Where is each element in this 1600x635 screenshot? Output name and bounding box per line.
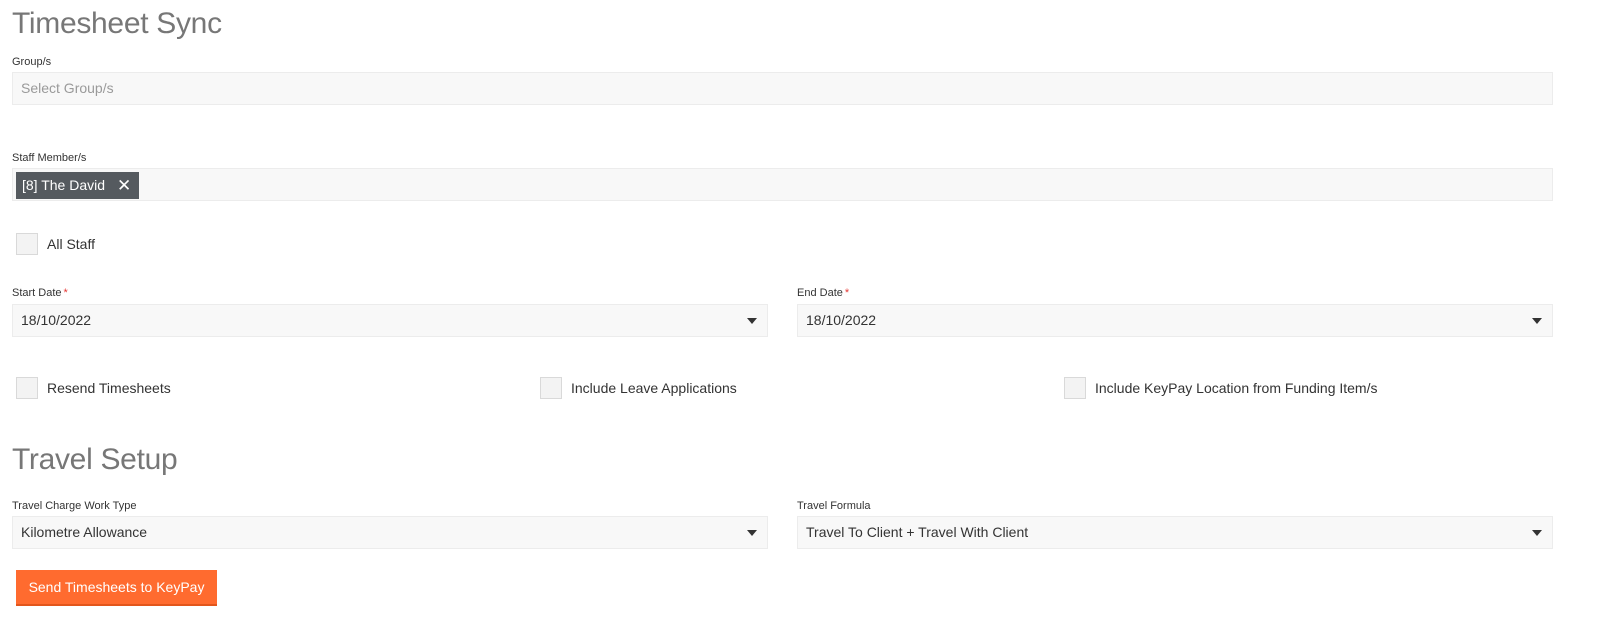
staff-select[interactable]: [8] The David ✕ (12, 168, 1553, 201)
travel-formula-value: Travel To Client + Travel With Client (806, 524, 1029, 540)
end-date-value: 18/10/2022 (806, 312, 877, 328)
travel-charge-work-type-dropdown[interactable]: Kilometre Allowance (12, 516, 768, 549)
start-date-required-mark: * (63, 287, 68, 299)
staff-chip: [8] The David ✕ (16, 172, 140, 199)
include-keypay-location-option[interactable]: Include KeyPay Location from Funding Ite… (1064, 377, 1377, 399)
include-leave-option[interactable]: Include Leave Applications (540, 377, 737, 399)
include-leave-label: Include Leave Applications (571, 380, 737, 396)
end-date-label: End Date * (797, 286, 849, 300)
groups-label: Group/s (12, 56, 52, 68)
include-keypay-location-checkbox[interactable] (1064, 377, 1086, 399)
all-staff-checkbox[interactable] (16, 233, 38, 255)
start-date-label-text: Start Date (12, 287, 62, 299)
resend-timesheets-option[interactable]: Resend Timesheets (16, 377, 171, 399)
end-date-label-text: End Date (797, 287, 843, 299)
start-date-value: 18/10/2022 (21, 312, 92, 328)
groups-placeholder: Select Group/s (21, 80, 114, 96)
start-date-label: Start Date * (12, 286, 68, 300)
caret-down-icon (1532, 318, 1542, 324)
include-keypay-location-label: Include KeyPay Location from Funding Ite… (1095, 380, 1378, 396)
end-date-required-mark: * (844, 287, 850, 299)
caret-down-icon (1532, 530, 1542, 536)
close-icon[interactable]: ✕ (117, 172, 131, 199)
caret-down-icon (747, 318, 757, 324)
all-staff-option[interactable]: All Staff (16, 233, 95, 255)
staff-chip-label: [8] The David (22, 177, 106, 193)
groups-select[interactable]: Select Group/s (12, 72, 1553, 105)
travel-formula-label: Travel Formula (797, 500, 871, 512)
end-date-dropdown[interactable]: 18/10/2022 (797, 304, 1553, 337)
staff-label: Staff Member/s (12, 152, 87, 164)
travel-setup-title: Travel Setup (12, 443, 178, 476)
all-staff-label: All Staff (47, 236, 95, 252)
start-date-dropdown[interactable]: 18/10/2022 (12, 304, 768, 337)
timesheet-sync-page: Timesheet Sync Group/s Select Group/s St… (0, 0, 1600, 635)
travel-formula-dropdown[interactable]: Travel To Client + Travel With Client (797, 516, 1553, 549)
travel-charge-work-type-value: Kilometre Allowance (21, 524, 148, 540)
resend-timesheets-checkbox[interactable] (16, 377, 38, 399)
travel-charge-work-type-label: Travel Charge Work Type (12, 500, 137, 512)
caret-down-icon (747, 530, 757, 536)
resend-timesheets-label: Resend Timesheets (47, 380, 171, 396)
include-leave-checkbox[interactable] (540, 377, 562, 399)
send-timesheets-button[interactable]: Send Timesheets to KeyPay (16, 570, 217, 606)
page-title: Timesheet Sync (12, 7, 222, 40)
